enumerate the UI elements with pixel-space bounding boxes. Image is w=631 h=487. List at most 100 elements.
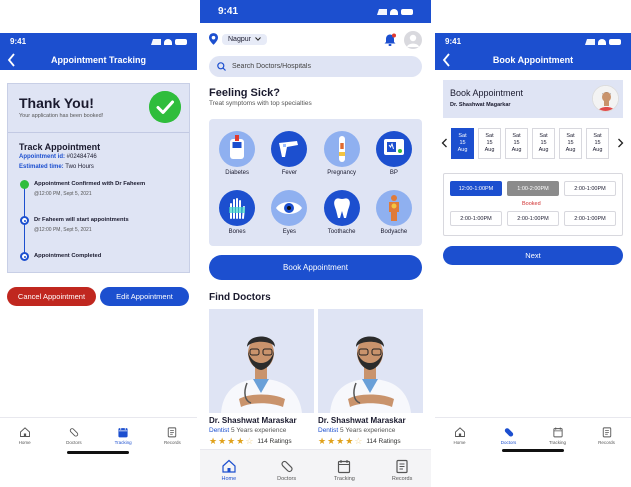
date-chip[interactable]: Sat 15 Aug bbox=[559, 128, 582, 159]
wifi-icon bbox=[390, 8, 398, 15]
time-slot[interactable]: 2:00-1:00PM bbox=[564, 211, 616, 226]
symptom-pregnancy[interactable]: Pregnancy bbox=[316, 131, 368, 184]
city-value: Nagpur bbox=[228, 35, 251, 43]
cancel-appointment-button[interactable]: Cancel Appointment bbox=[7, 287, 96, 306]
date-chip[interactable]: Sat 15 Aug bbox=[478, 128, 501, 159]
doctor-name: Dr. Shashwat Magarkar bbox=[450, 102, 511, 108]
tab-tracking[interactable]: Tracking bbox=[103, 418, 143, 463]
timeline-step-time: @12:00 PM, Sept 5, 2021 bbox=[34, 227, 92, 233]
search-bar[interactable] bbox=[209, 56, 422, 77]
star-empty-icon: ☆ bbox=[245, 436, 254, 446]
rating-row: ★ ★ ★ ★ ☆ 114 Ratings bbox=[318, 437, 423, 446]
time-slot[interactable]: 2:00-1:00PM bbox=[564, 181, 616, 196]
battery-icon bbox=[609, 38, 621, 45]
date-chip[interactable]: Sat 15 Aug bbox=[586, 128, 609, 159]
date-chip[interactable]: Sat 15 Aug bbox=[451, 128, 474, 159]
star-filled-icon: ★ bbox=[227, 436, 236, 446]
signal-icon bbox=[585, 38, 595, 45]
symptom-eyes[interactable]: Eyes bbox=[263, 189, 315, 243]
time-slot[interactable]: 12:00-1:00PM bbox=[450, 181, 502, 196]
tab-bar: Home Doctors Tracking Records bbox=[200, 449, 431, 487]
doctor-experience: 5 Years experience bbox=[231, 427, 287, 434]
appointment-id-row: Appointment id: #02484746 bbox=[19, 154, 97, 160]
tab-doctors[interactable]: Doctors bbox=[489, 418, 529, 463]
doctor-card[interactable]: Dr. Shashwat Maraskar Dentist 5 Years exp… bbox=[318, 309, 423, 449]
star-filled-icon: ★ bbox=[327, 436, 336, 446]
page-title: Appointment Tracking bbox=[50, 55, 146, 65]
thanks-heading: Thank You! bbox=[19, 95, 94, 111]
notification-bell-icon[interactable] bbox=[383, 33, 397, 47]
date-chip[interactable]: Sat 15 Aug bbox=[532, 128, 555, 159]
tab-label: Doctors bbox=[277, 476, 297, 482]
timeline-step-time: @12:00 PM, Sept 5, 2021 bbox=[34, 191, 92, 197]
back-icon[interactable] bbox=[7, 53, 16, 67]
time-slot[interactable]: 2:00-1:00PM bbox=[450, 211, 502, 226]
check-circle-icon bbox=[20, 180, 29, 189]
symptom-bodyache[interactable]: Bodyache bbox=[368, 189, 420, 243]
next-button[interactable]: Next bbox=[443, 246, 623, 265]
tab-label: Records bbox=[163, 440, 181, 445]
booking-screen: 9:41 Book Appointment Book Appointment D… bbox=[435, 33, 631, 463]
city-select[interactable]: Nagpur bbox=[222, 33, 267, 45]
tab-home[interactable]: Home bbox=[5, 418, 45, 463]
symptom-bp[interactable]: BP bbox=[368, 131, 420, 184]
symptom-label: Diabetes bbox=[225, 170, 249, 176]
pending-dot-icon bbox=[20, 252, 29, 261]
doctor-experience: 5 Years experience bbox=[340, 427, 396, 434]
date-number: 15 bbox=[459, 140, 466, 146]
symptom-toothache[interactable]: Toothache bbox=[316, 189, 368, 243]
symptom-fever[interactable]: Fever bbox=[263, 131, 315, 184]
tab-tracking[interactable]: Tracking bbox=[324, 450, 364, 487]
thanks-subtitle: Your application has been booked! bbox=[19, 113, 104, 119]
divider bbox=[8, 132, 189, 133]
tab-home[interactable]: Home bbox=[440, 418, 480, 463]
book-appointment-button[interactable]: Book Appointment bbox=[209, 255, 422, 280]
doctor-summary-card: Book Appointment Dr. Shashwat Magarkar bbox=[443, 80, 623, 118]
date-number: 15 bbox=[594, 140, 601, 146]
time-slot[interactable]: 2:00-1:00PM bbox=[507, 211, 559, 226]
tab-doctors[interactable]: Doctors bbox=[54, 418, 94, 463]
symptom-diabetes[interactable]: Diabetes bbox=[211, 131, 263, 184]
status-icons bbox=[377, 8, 413, 15]
profile-avatar-icon[interactable] bbox=[404, 31, 422, 49]
estimated-time-label: Estimated time: bbox=[19, 164, 64, 170]
home-icon bbox=[454, 427, 465, 437]
chevron-left-icon[interactable] bbox=[441, 138, 448, 148]
calendar-icon bbox=[118, 427, 128, 438]
tab-tracking[interactable]: Tracking bbox=[538, 418, 578, 463]
tab-records[interactable]: Records bbox=[587, 418, 627, 463]
search-input[interactable] bbox=[232, 63, 412, 70]
doctor-card[interactable]: Dr. Shashwat Maraskar Dentist 5 Years exp… bbox=[209, 309, 314, 449]
date-number: 15 bbox=[513, 140, 520, 146]
symptom-label: Pregnancy bbox=[327, 170, 356, 176]
tab-label: Tracking bbox=[548, 440, 567, 445]
calendar-icon bbox=[338, 460, 351, 474]
eye-icon bbox=[271, 189, 308, 226]
pill-icon bbox=[69, 428, 79, 437]
doctor-specialty-row: Dentist 5 Years experience bbox=[209, 427, 314, 434]
timeline-step-text: Dr Faheem will start appointments bbox=[34, 217, 129, 223]
location-row: Nagpur bbox=[209, 33, 267, 45]
back-icon[interactable] bbox=[442, 53, 451, 67]
chevron-right-icon[interactable] bbox=[617, 138, 624, 148]
wifi-icon bbox=[598, 38, 606, 45]
nav-bar: Appointment Tracking bbox=[0, 50, 197, 70]
records-icon bbox=[602, 427, 611, 438]
pill-icon bbox=[281, 460, 293, 473]
tab-records[interactable]: Records bbox=[382, 450, 422, 487]
status-time: 9:41 bbox=[218, 6, 239, 17]
header: 9:41 Book Appointment bbox=[435, 33, 631, 70]
symptom-label: Bodyache bbox=[380, 228, 408, 235]
status-bar: 9:41 bbox=[435, 33, 631, 50]
date-chip[interactable]: Sat 15 Aug bbox=[505, 128, 528, 159]
tab-doctors[interactable]: Doctors bbox=[267, 450, 307, 487]
symptom-bones[interactable]: Bones bbox=[211, 189, 263, 243]
status-time: 9:41 bbox=[445, 37, 462, 46]
tab-home[interactable]: Home bbox=[209, 450, 249, 487]
edit-appointment-button[interactable]: Edit Appointment bbox=[100, 287, 189, 306]
doctor-avatar bbox=[592, 85, 619, 112]
tab-label: Doctors bbox=[66, 440, 82, 445]
date-month: Aug bbox=[592, 147, 603, 153]
status-time: 9:41 bbox=[10, 37, 27, 46]
tab-records[interactable]: Records bbox=[152, 418, 192, 463]
